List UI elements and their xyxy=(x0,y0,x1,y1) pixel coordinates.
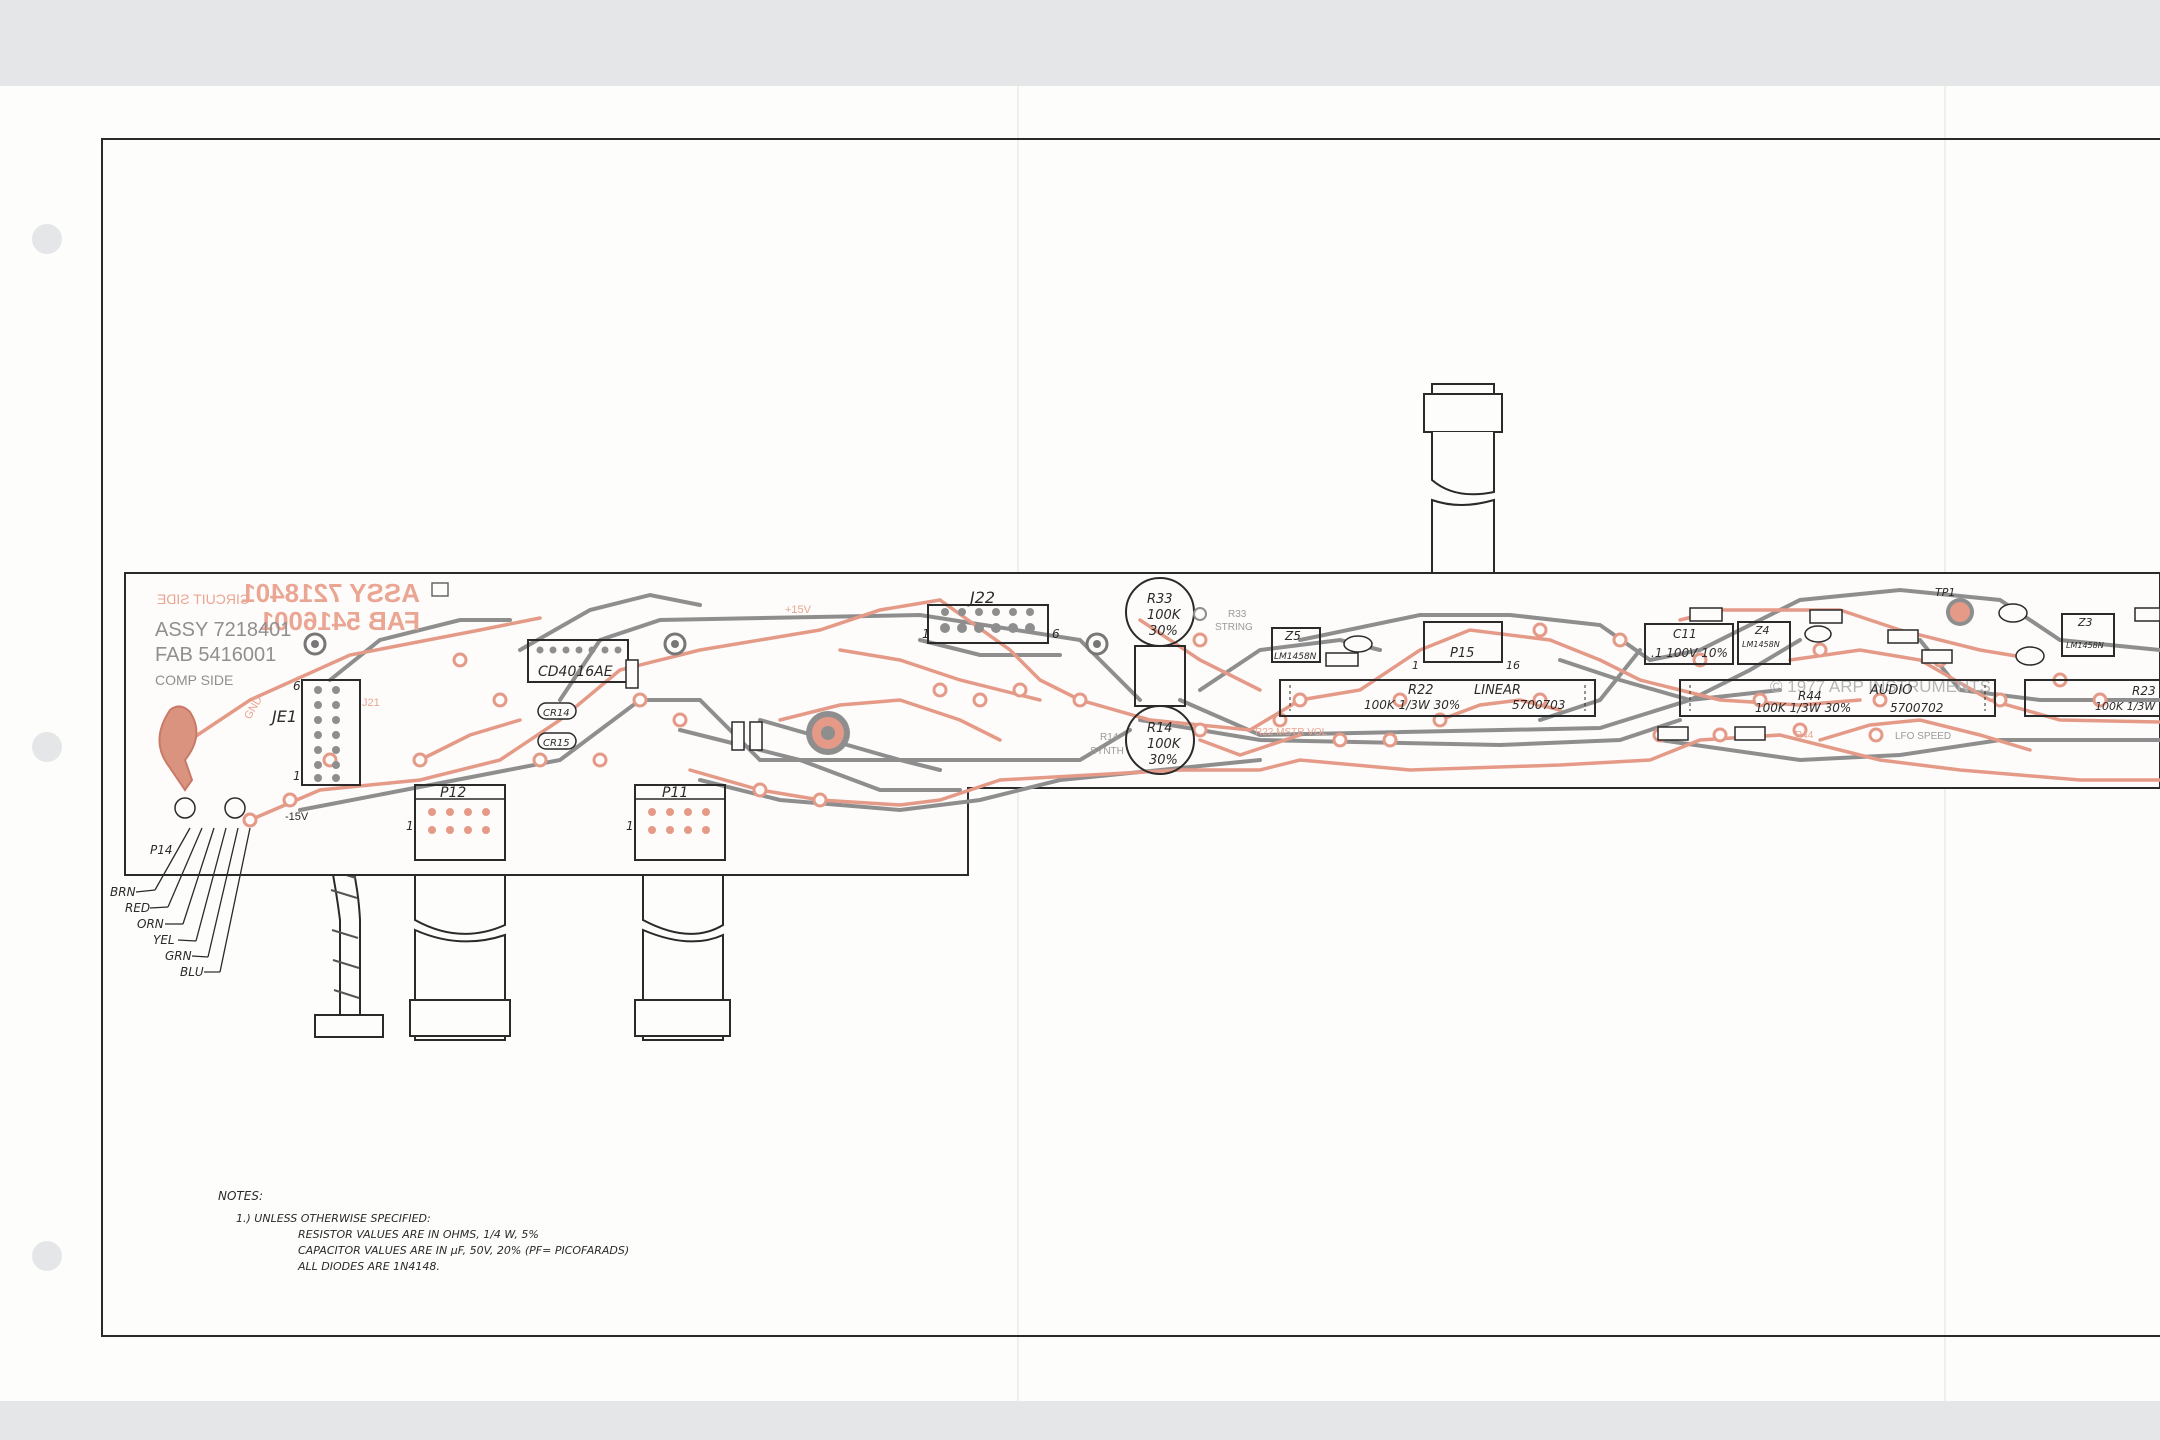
notes-line-2: RESISTOR VALUES ARE IN OHMS, 1/4 W, 5% xyxy=(298,1228,539,1241)
r44-value: 100K 1/3W 30% xyxy=(1755,701,1851,715)
p12-label: P12 xyxy=(440,785,466,801)
r14-silk-name: SYNTH xyxy=(1090,746,1124,757)
r22-label: R22 xyxy=(1408,683,1434,698)
p15-pin16: 16 xyxy=(1506,659,1520,672)
r14-value: 100K xyxy=(1147,737,1182,752)
z3-part: LM1458N xyxy=(2066,641,2104,650)
r14-tol: 30% xyxy=(1149,753,1178,768)
minus15-text: -15V xyxy=(285,811,309,823)
cr15-label: CR15 xyxy=(543,738,570,749)
mirror-circuit-side-text: CIRCUIT SIDE xyxy=(157,591,250,607)
p12-pin1: 1 xyxy=(406,819,414,833)
j22-pin6: 6 xyxy=(1052,627,1060,641)
z4-part: LM1458N xyxy=(1742,640,1780,649)
binder-hole xyxy=(32,732,62,762)
r14-label: R14 xyxy=(1147,721,1173,736)
ribbon-cable-p12 xyxy=(409,860,511,1041)
r23-label: R23 xyxy=(2132,684,2156,698)
je1-pin6: 6 xyxy=(293,679,301,693)
tp1: TP1 xyxy=(1935,586,1955,599)
lfo-speed-silk: LFO SPEED xyxy=(1895,731,1951,742)
r23-value: 100K 1/3W xyxy=(2095,700,2156,713)
j21-silk: J21 xyxy=(362,697,380,709)
p14-label: P14 xyxy=(150,843,173,857)
j22-label: J22 xyxy=(967,588,995,607)
wire-label-red: RED xyxy=(125,901,150,915)
fab-text: FAB 5416001 xyxy=(155,644,276,666)
plus15-text: +15V xyxy=(785,604,812,616)
diode-cr14: CR14 xyxy=(537,702,577,720)
wire-label-blu: BLU xyxy=(180,965,204,979)
schematic-sheet: ASSY 7218401 FAB 5416001 CIRCUIT SIDE AS… xyxy=(0,86,2160,1401)
notes-line-3: CAPACITOR VALUES ARE IN µF, 50V, 20% (PF… xyxy=(298,1244,629,1257)
wire-label-grn: GRN xyxy=(165,949,192,963)
binder-hole xyxy=(32,224,62,254)
je1-label: JE1 xyxy=(269,707,297,726)
r44-part: 5700702 xyxy=(1890,701,1943,715)
diode-cr15: CR15 xyxy=(537,732,577,750)
j22-pin1: 1 xyxy=(922,627,930,641)
notes-heading: NOTES: xyxy=(218,1189,263,1203)
cd4016-label: CD4016AE xyxy=(538,664,613,680)
r33-label: R33 xyxy=(1147,592,1173,607)
wire-label-yel: YEL xyxy=(153,933,175,947)
binder-hole xyxy=(32,1241,62,1271)
r33-silk-ref: R33 xyxy=(1228,609,1247,620)
z5-part: LM1458N xyxy=(1274,652,1317,662)
r44-type: AUDIO xyxy=(1869,683,1913,698)
tp1-label: TP1 xyxy=(1935,586,1955,599)
r33-value: 100K xyxy=(1147,608,1182,623)
p15-label: P15 xyxy=(1450,646,1474,661)
z3-label: Z3 xyxy=(2077,616,2093,629)
z4-label: Z4 xyxy=(1754,624,1770,637)
r22-silk: R22 MSTR VOL xyxy=(1255,727,1328,738)
r44-silk: R44 xyxy=(1795,730,1814,741)
c11-label: C11 xyxy=(1673,627,1697,641)
c11-value: .1 100V 10% xyxy=(1651,646,1728,660)
notes-line-1: 1.) UNLESS OTHERWISE SPECIFIED: xyxy=(236,1212,431,1225)
je1-pin1: 1 xyxy=(293,769,301,783)
comp-side-text: COMP SIDE xyxy=(155,672,233,688)
p11-pin1: 1 xyxy=(626,819,634,833)
ribbon-cable-p11 xyxy=(634,860,731,1041)
r22-part: 5700703 xyxy=(1512,698,1565,712)
assy-text: ASSY 7218401 xyxy=(155,619,291,641)
r22-value: 100K 1/3W 30% xyxy=(1364,698,1460,712)
wire-label-brn: BRN xyxy=(110,885,136,899)
r22-type: LINEAR xyxy=(1474,683,1521,698)
mirror-assy-text: ASSY 7218401 xyxy=(241,578,420,608)
p15-pin1: 1 xyxy=(1412,659,1419,672)
r14-silk-ref: R14 xyxy=(1100,732,1119,743)
z5-label: Z5 xyxy=(1284,629,1301,643)
r33-silk-name: STRING xyxy=(1215,622,1253,633)
p11-label: P11 xyxy=(662,785,688,801)
notes-line-4: ALL DIODES ARE 1N4148. xyxy=(297,1260,440,1273)
cr14-label: CR14 xyxy=(543,708,570,719)
r33-tol: 30% xyxy=(1149,624,1178,639)
wire-label-orn: ORN xyxy=(137,917,164,931)
